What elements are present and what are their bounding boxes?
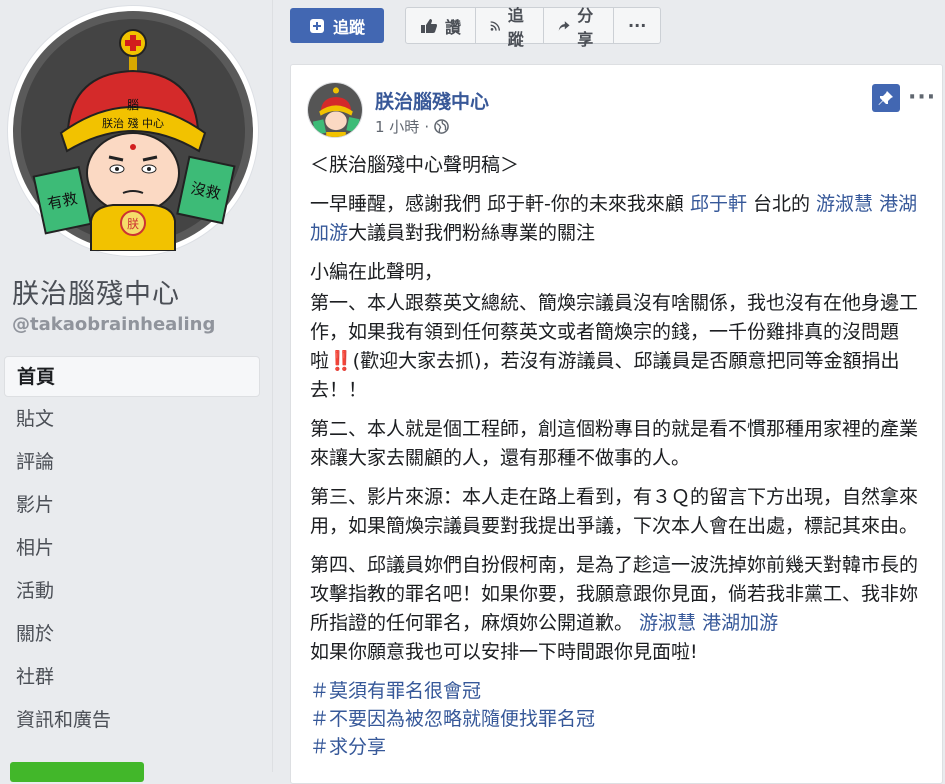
post-timestamp[interactable]: 1 小時 <box>375 116 419 137</box>
more-icon: ··· <box>628 16 647 35</box>
pinned-post: 朕治腦殘中心 1 小時 · ··· ＜朕治腦殘中心聲明稿＞ 一早睡醒，感謝我們 … <box>290 64 943 784</box>
text-segment: 第四、邱議員妳們自扮假柯南，是為了趁這一波洗掉妳前幾天對韓市長的攻擊指教的罪名吧… <box>310 554 919 634</box>
avatar-shirt-text: 朕 <box>127 216 139 231</box>
nav-item-photos[interactable]: 相片 <box>4 528 260 571</box>
rss-icon <box>490 20 501 31</box>
thumbs-up-icon <box>421 18 437 33</box>
plus-icon <box>309 18 324 33</box>
nav-item-events[interactable]: 活動 <box>4 571 260 614</box>
like-button[interactable]: 讚 <box>406 8 477 43</box>
text-segment: 台北的 <box>746 193 817 215</box>
post-title: ＜朕治腦殘中心聲明稿＞ <box>310 154 520 176</box>
nav-item-info-ads[interactable]: 資訊和廣告 <box>4 700 260 743</box>
page-nav: 首頁 貼文 評論 影片 相片 活動 關於 社群 資訊和廣告 <box>4 356 260 743</box>
left-sidebar: 腦 朕治 殘 中心 朕 有救 沒救 朕治腦殘中心 @takaobrainheal… <box>0 0 272 782</box>
mention-link[interactable]: 游淑慧 <box>816 193 873 215</box>
hashtag-link[interactable]: ＃莫須有罪名很會冠 <box>310 677 935 705</box>
follow-label: 追蹤 <box>507 5 524 49</box>
post-paragraph-1: 一早睡醒，感謝我們 邱于軒-你的未來我來顧 邱于軒 台北的 游淑慧 港湖加游大議… <box>310 190 935 248</box>
column-divider <box>272 0 273 772</box>
follow-primary-button[interactable]: 追蹤 <box>290 8 384 43</box>
follow-primary-label: 追蹤 <box>332 17 365 37</box>
post-paragraph-2: 第一、本人跟蔡英文總統、簡煥宗議員沒有啥關係，我也沒有在他身邊工作，如果我有領到… <box>310 292 919 401</box>
like-label: 讚 <box>445 17 462 37</box>
page-profile-picture[interactable]: 腦 朕治 殘 中心 朕 有救 沒救 <box>8 6 258 256</box>
hashtag-list: ＃莫須有罪名很會冠 ＃不要因為被忽略就隨便找罪名冠 ＃求分享 <box>310 677 935 761</box>
post-paragraph-3: 第二、本人就是個工程師，創這個粉專目的就是看不慣那種用家裡的產業來讓大家去關顧的… <box>310 418 919 469</box>
nav-item-posts[interactable]: 貼文 <box>4 399 260 442</box>
text-segment: 一早睡醒，感謝我們 邱于軒-你的未來我來顧 <box>310 193 690 215</box>
nav-item-about[interactable]: 關於 <box>4 614 260 657</box>
share-arrow-icon <box>558 20 570 31</box>
text-segment: 如果你願意我也可以安排一下時間跟你見面啦! <box>310 641 698 663</box>
post-meta: 1 小時 · <box>375 116 449 137</box>
post-author-name[interactable]: 朕治腦殘中心 <box>375 87 489 114</box>
mention-link[interactable]: 港湖加游 <box>702 612 778 634</box>
nav-item-home[interactable]: 首頁 <box>4 356 260 397</box>
hashtag-link[interactable]: ＃求分享 <box>310 733 935 761</box>
post-paragraph-intro: 小編在此聲明， <box>310 261 444 283</box>
cartoon-emperor-avatar: 腦 朕治 殘 中心 朕 有救 沒救 <box>13 11 253 251</box>
cartoon-emperor-avatar-small <box>308 83 362 137</box>
text-segment: 大議員對我們粉絲專業的關注 <box>348 222 596 244</box>
avatar-hat-text: 腦 <box>127 97 139 112</box>
avatar-band-text: 朕治 殘 中心 <box>102 116 164 130</box>
pinned-post-badge[interactable] <box>872 84 900 112</box>
pin-icon <box>878 91 893 105</box>
share-button[interactable]: 分享 <box>544 6 615 49</box>
globe-icon[interactable] <box>434 119 449 134</box>
nav-item-reviews[interactable]: 評論 <box>4 442 260 485</box>
post-author-avatar[interactable] <box>307 82 363 138</box>
meta-separator: · <box>424 117 430 136</box>
hashtag-link[interactable]: ＃不要因為被忽略就隨便找罪名冠 <box>310 705 935 733</box>
mention-link[interactable]: 邱于軒 <box>690 193 747 215</box>
more-actions-button[interactable]: ··· <box>614 8 660 43</box>
page-handle[interactable]: @takaobrainhealing <box>12 314 215 335</box>
post-paragraph-4: 第三、影片來源：本人走在路上看到，有３Ｑ的留言下方出現，自然拿來用，如果簡煥宗議… <box>310 486 919 537</box>
post-body: ＜朕治腦殘中心聲明稿＞ 一早睡醒，感謝我們 邱于軒-你的未來我來顧 邱于軒 台北… <box>310 151 935 761</box>
post-options-icon[interactable]: ··· <box>908 85 936 110</box>
share-label: 分享 <box>577 5 594 49</box>
nav-item-community[interactable]: 社群 <box>4 657 260 700</box>
page-actions-group: 讚 追蹤 分享 ··· <box>405 6 662 49</box>
follow-button[interactable]: 追蹤 <box>476 6 545 49</box>
post-paragraph-5: 第四、邱議員妳們自扮假柯南，是為了趁這一波洗掉妳前幾天對韓市長的攻擊指教的罪名吧… <box>310 551 935 667</box>
page-name[interactable]: 朕治腦殘中心 <box>12 272 180 311</box>
nav-item-videos[interactable]: 影片 <box>4 485 260 528</box>
create-page-button[interactable] <box>10 762 144 782</box>
mention-link[interactable]: 游淑慧 <box>639 612 696 634</box>
